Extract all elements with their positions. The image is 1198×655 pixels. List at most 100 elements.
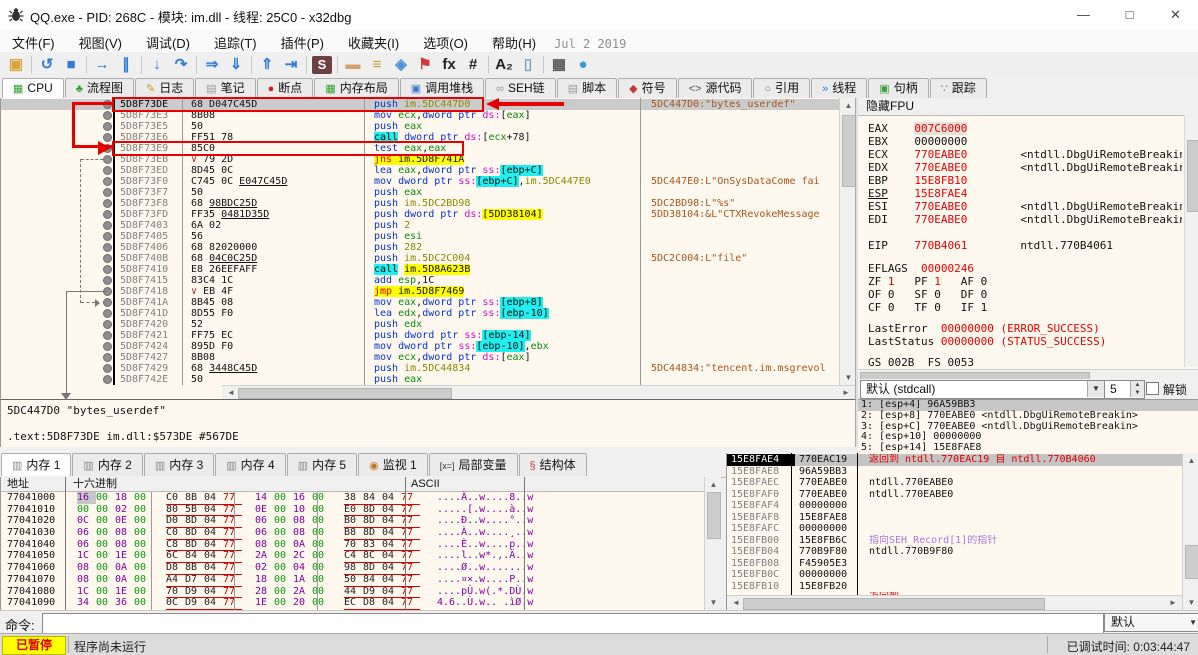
dump-byte[interactable]: 1C <box>77 550 96 562</box>
stack-row[interactable]: 15E8FB0C 00000000 <box>727 569 1182 581</box>
tab-CPU[interactable]: ▦ CPU <box>2 78 64 98</box>
disasm-row[interactable]: 5D8F7424 895D F0 mov dword ptr ss:[ebp-10]… <box>1 341 839 352</box>
dump-byte[interactable]: 00 <box>96 527 115 539</box>
stack-vscrollbar[interactable]: ▲ ▼ <box>1182 453 1198 610</box>
register-line[interactable]: EBP 15E8FB10 <box>868 174 1182 187</box>
dump-byte[interactable]: 1E <box>115 586 134 598</box>
breakpoint-dot[interactable] <box>103 276 112 285</box>
dump-byte[interactable]: 00 <box>274 527 293 539</box>
dump-byte[interactable]: 04 <box>293 562 312 574</box>
disasm-row[interactable]: 5D8F741A 8B45 08 mov eax,dword ptr ss:[ebp… <box>1 297 839 308</box>
disasm-row[interactable]: 5D8F741D 8D55 F0 lea edx,dword ptr ss:[ebp… <box>1 308 839 319</box>
disasm-row[interactable]: 5D8F7415 83C4 1C add esp,1C <box>1 275 839 286</box>
tab-日志[interactable]: ✎ 日志 <box>134 78 195 98</box>
register-line[interactable]: LastStatus 00000000 (STATUS_SUCCESS) <box>868 335 1182 348</box>
dump-byte[interactable]: 04 <box>382 597 401 610</box>
labels-icon[interactable]: ◈ <box>389 54 413 76</box>
dump-byte[interactable]: 1A <box>293 574 312 586</box>
dump-byte[interactable]: 0A <box>115 562 134 574</box>
dump-byte[interactable]: 16 <box>77 492 96 504</box>
patches-icon[interactable]: ▬ <box>341 54 365 76</box>
dump-byte[interactable]: 08 <box>293 515 312 527</box>
dump-byte[interactable]: 00 <box>312 539 331 551</box>
tab-监视 1[interactable]: ◉ 监视 1 <box>358 453 428 476</box>
dump-row[interactable]: 77041030 06 00 08 00 C0 8D 04 77 06 00 08 00 B8 8D 04 77… <box>1 527 704 540</box>
pause-icon[interactable]: ∥ <box>114 54 138 76</box>
disasm-row[interactable]: 5D8F7410 E8 26EEFAFF call im.5D8A623B <box>1 264 839 275</box>
breakpoint-dot[interactable] <box>103 375 112 384</box>
dump-byte[interactable]: 00 <box>312 574 331 586</box>
argument-row[interactable]: 2: [esp+8] 770EABE0 <ntdll.DbgUiRemoteBr… <box>858 410 1198 422</box>
disasm-row[interactable]: 5D8F73F8 68 98BDC25D push im.5DC2BD98 5DC2B… <box>1 198 839 209</box>
breakpoint-dot[interactable] <box>103 309 112 318</box>
disasm-row[interactable]: 5D8F7405 56 push esi <box>1 231 839 242</box>
breakpoint-dot[interactable] <box>103 199 112 208</box>
scroll-thumb[interactable] <box>842 115 856 187</box>
stack-row[interactable]: 15E8FAF4 00000000 <box>727 500 1182 512</box>
register-line[interactable]: OF 0 SF 0 DF 0 <box>868 288 1182 301</box>
dump-byte[interactable]: 02 <box>255 562 274 574</box>
spinner-arrows[interactable]: ▲ ▼ <box>1130 381 1144 397</box>
register-line[interactable]: LastError 00000000 (ERROR_SUCCESS) <box>868 322 1182 335</box>
step-out-icon[interactable]: ⇓ <box>224 54 248 76</box>
breakpoint-dot[interactable] <box>103 331 112 340</box>
tab-结构体[interactable]: § 结构体 <box>518 453 587 476</box>
scroll-right-arrow[interactable]: ► <box>1166 596 1180 610</box>
scroll-left-arrow[interactable]: ◄ <box>224 386 238 400</box>
dump-byte[interactable]: 02 <box>115 504 134 516</box>
register-line[interactable]: EBX 00000000 <box>868 135 1182 148</box>
dump-row[interactable]: 77041080 1C 00 1E 00 70 D9 04 77 28 00 2A 00 44 D9 04 77… <box>1 586 704 599</box>
dump-row[interactable]: 77041060 08 00 0A 00 D8 8B 04 77 02 00 04 00 98 8D 04 77… <box>1 562 704 575</box>
dump-byte[interactable]: 00 <box>96 586 115 598</box>
tab-源代码[interactable]: <> 源代码 <box>677 78 753 98</box>
dump-byte[interactable]: 00 <box>274 597 293 609</box>
tab-笔记[interactable]: ▤ 笔记 <box>195 78 256 98</box>
run-icon[interactable]: → <box>90 54 114 76</box>
dump-byte[interactable]: 08 <box>293 527 312 539</box>
dump-byte[interactable]: 08 <box>77 574 96 586</box>
disasm-row[interactable]: 5D8F7418 ∨ EB 4F jmp im.5D8F7469 <box>1 286 839 297</box>
dump-byte[interactable]: 00 <box>274 515 293 527</box>
dump-byte[interactable]: 1E <box>255 597 274 609</box>
tab-断点[interactable]: ● 断点 <box>256 78 314 98</box>
bookmarks-icon[interactable]: ⚑ <box>413 54 437 76</box>
disasm-row[interactable]: 5D8F73F7 50 push eax <box>1 187 839 198</box>
open-file-icon[interactable]: ▣ <box>4 54 28 76</box>
hash-icon[interactable]: # <box>461 54 485 76</box>
tab-线程[interactable]: » 线程 <box>811 78 868 98</box>
breakpoint-dot[interactable] <box>103 243 112 252</box>
dump-byte[interactable]: 06 <box>255 515 274 527</box>
dump-row[interactable]: 77041020 0C 00 0E 00 D0 8D 04 77 06 00 08 00 B0 8D 04 77… <box>1 515 704 529</box>
scylla-icon[interactable]: S <box>312 56 332 74</box>
dump-byte[interactable]: 0A <box>115 574 134 586</box>
breakpoint-dot[interactable] <box>103 210 112 219</box>
disasm-row[interactable]: 5D8F73FD FF35 0481D35D push dword ptr ds:[… <box>1 209 839 220</box>
scroll-up-arrow[interactable]: ▲ <box>840 101 856 110</box>
tab-引用[interactable]: ○ 引用 <box>753 78 811 98</box>
close-button[interactable]: ✕ <box>1153 0 1198 30</box>
scroll-thumb[interactable] <box>743 598 1045 610</box>
dump-byte[interactable]: 00 <box>312 586 331 598</box>
dump-vscrollbar[interactable]: ▲ ▼ <box>704 477 721 610</box>
dump-byte[interactable]: 06 <box>77 527 96 539</box>
disasm-row[interactable]: 5D8F7429 68 3448C45D push im.5DC44834 5DC44… <box>1 363 839 374</box>
dump-row[interactable]: 77041000 16 00 18 00 C0 8B 04 77 14 00 16 00 38 84 04 77… <box>1 492 704 505</box>
scroll-down-arrow[interactable]: ▼ <box>1183 598 1198 607</box>
scroll-down-arrow[interactable]: ▼ <box>705 598 721 607</box>
dump-byte[interactable]: 00 <box>274 586 293 598</box>
disasm-row[interactable]: 5D8F7427 8B08 mov ecx,dword ptr ds:[eax] <box>1 352 839 363</box>
functions-icon[interactable]: fx <box>437 54 461 76</box>
dump-byte[interactable]: 00 <box>77 504 96 516</box>
scroll-thumb[interactable] <box>238 388 452 399</box>
step-into-icon[interactable]: ↓ <box>145 54 169 76</box>
disasm-row[interactable]: 5D8F7420 52 push edx <box>1 319 839 330</box>
dump-byte[interactable]: 0E <box>255 504 274 516</box>
dump-row[interactable]: 77041070 08 00 0A 00 A4 D7 04 77 18 00 1A 00 50 84 04 77… <box>1 574 704 587</box>
dump-byte[interactable]: 0C <box>77 515 96 527</box>
tab-SEH链[interactable]: ∞ SEH链 <box>485 78 556 98</box>
tab-内存 1[interactable]: ▥ 内存 1 <box>1 453 72 476</box>
dump-byte[interactable]: 08 <box>115 527 134 539</box>
dump-byte[interactable]: 77 <box>223 597 242 610</box>
run-to-user-code-icon[interactable]: ⇥ <box>279 54 303 76</box>
register-line[interactable]: EAX 007C6000 <box>868 122 1182 135</box>
